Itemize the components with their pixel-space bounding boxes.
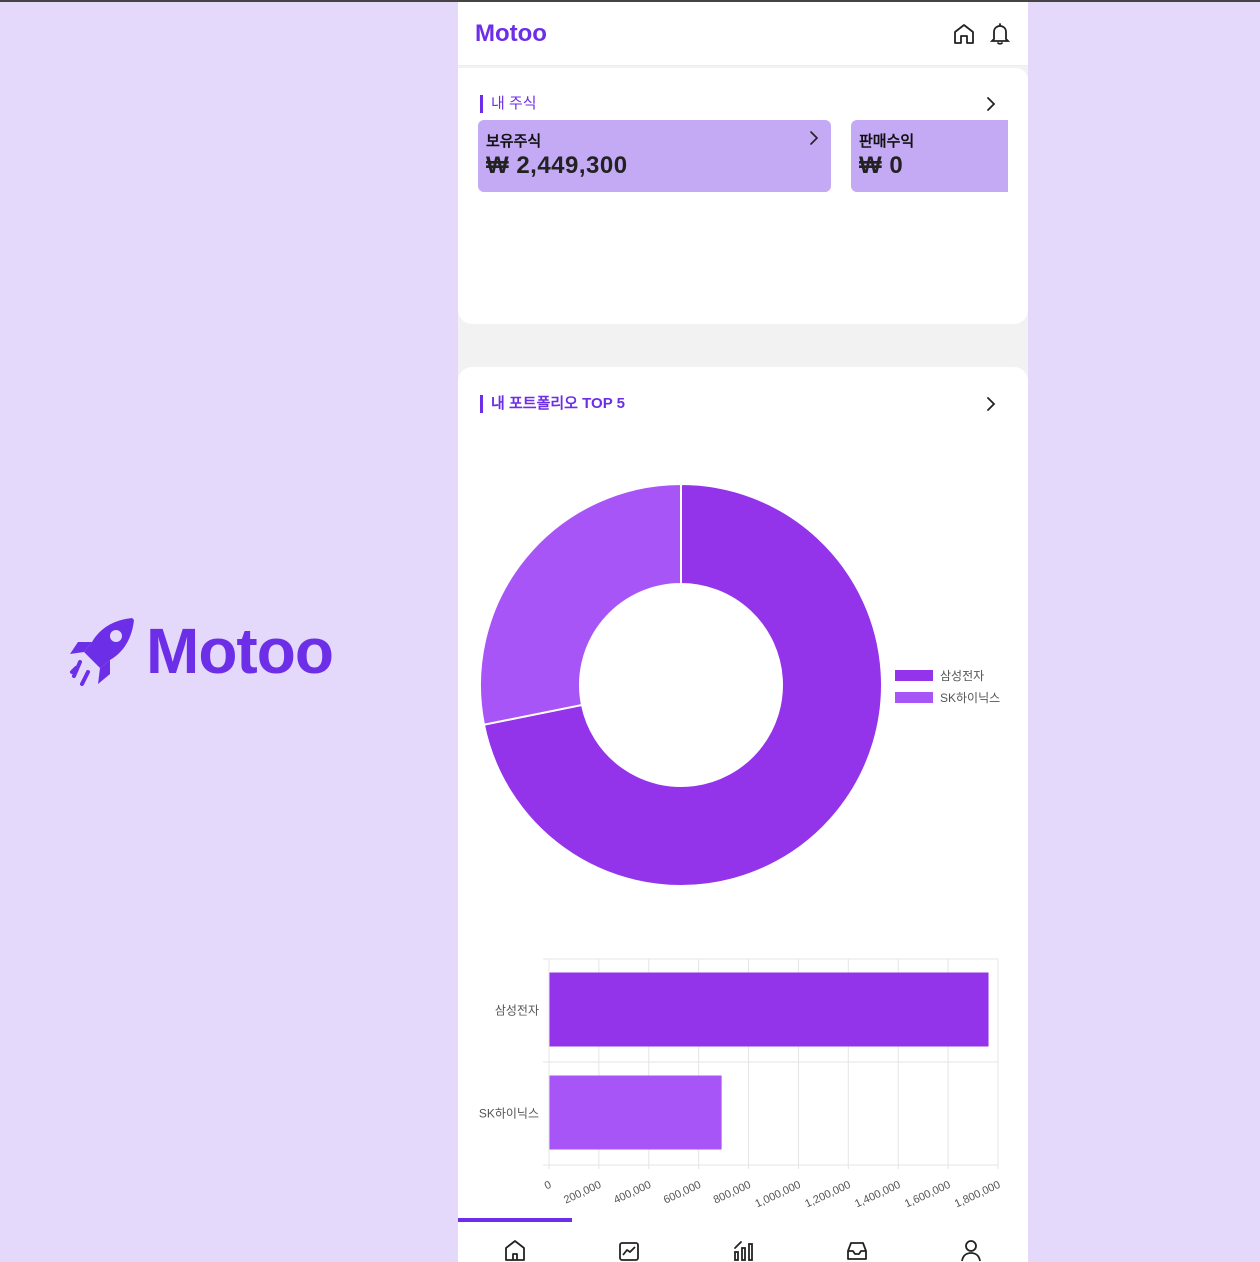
rocket-icon — [70, 618, 134, 686]
legend-label: SK하이닉스 — [940, 690, 1001, 705]
my-stocks-card: 내 주식 — [458, 68, 1028, 324]
legend-swatch — [895, 691, 933, 703]
donut-slice[interactable] — [479, 482, 682, 726]
x-tick-label: 1,800,000 — [953, 1179, 1002, 1211]
bar[interactable] — [549, 1075, 722, 1150]
nav-active-indicator — [458, 1218, 572, 1222]
chart-icon[interactable] — [617, 1238, 641, 1262]
phone-frame: Motoo 내 주식 보유주식 ₩ 2,449,300 판매수익 ₩ 0 내 포… — [458, 2, 1028, 1262]
y-tick-label: SK하이닉스 — [479, 1107, 539, 1121]
x-tick-label: 1,400,000 — [853, 1179, 902, 1211]
x-tick-label: 0 — [543, 1179, 554, 1192]
donut-legend: 삼성전자 SK하이닉스 — [895, 664, 1000, 708]
sales-profit-value: ₩ 0 — [859, 152, 904, 179]
holding-stock-card[interactable]: 보유주식 ₩ 2,449,300 — [478, 120, 831, 192]
legend-label: 삼성전자 — [940, 668, 985, 683]
legend-swatch — [895, 669, 933, 681]
x-tick-label: 1,600,000 — [903, 1179, 952, 1211]
donut-chart — [479, 482, 883, 887]
brand-name: Motoo — [146, 615, 334, 687]
chevron-right-icon[interactable] — [806, 130, 822, 146]
my-stocks-title: 내 주식 — [480, 95, 537, 113]
bell-icon[interactable] — [988, 22, 1012, 46]
bottom-nav — [458, 1218, 1028, 1262]
app-header: Motoo — [458, 2, 1028, 66]
x-tick-label: 400,000 — [612, 1179, 653, 1207]
holding-stock-value: ₩ 2,449,300 — [486, 152, 628, 179]
x-tick-label: 1,000,000 — [753, 1179, 802, 1211]
sales-profit-card[interactable]: 판매수익 ₩ 0 — [851, 120, 1008, 192]
portfolio-card: 내 포트폴리오 TOP 5 삼성전자 SK하이닉스 0 200,000 400,00… — [458, 367, 1028, 1247]
ranking-icon[interactable] — [731, 1238, 755, 1262]
user-icon[interactable] — [959, 1238, 983, 1262]
home-icon[interactable] — [952, 22, 976, 46]
x-tick-label: 600,000 — [662, 1179, 703, 1207]
inbox-icon[interactable] — [845, 1238, 869, 1262]
x-tick-label: 800,000 — [712, 1179, 753, 1207]
x-tick-label: 200,000 — [562, 1179, 603, 1207]
app-title[interactable]: Motoo — [475, 20, 547, 48]
sales-profit-label: 판매수익 — [859, 133, 915, 150]
chevron-right-icon[interactable] — [983, 96, 999, 112]
brand-logo: Motoo — [66, 614, 334, 688]
x-tick-label: 1,200,000 — [803, 1179, 852, 1211]
holding-stock-label: 보유주식 — [486, 133, 542, 150]
bar[interactable] — [549, 972, 989, 1047]
legend-item[interactable]: SK하이닉스 — [895, 686, 1000, 708]
legend-item[interactable]: 삼성전자 — [895, 664, 1000, 686]
bar-chart: 0 200,000 400,000 600,000 800,000 1,000,000 1,… — [479, 958, 1002, 1211]
y-tick-label: 삼성전자 — [495, 1004, 539, 1018]
home-icon[interactable] — [503, 1238, 527, 1262]
